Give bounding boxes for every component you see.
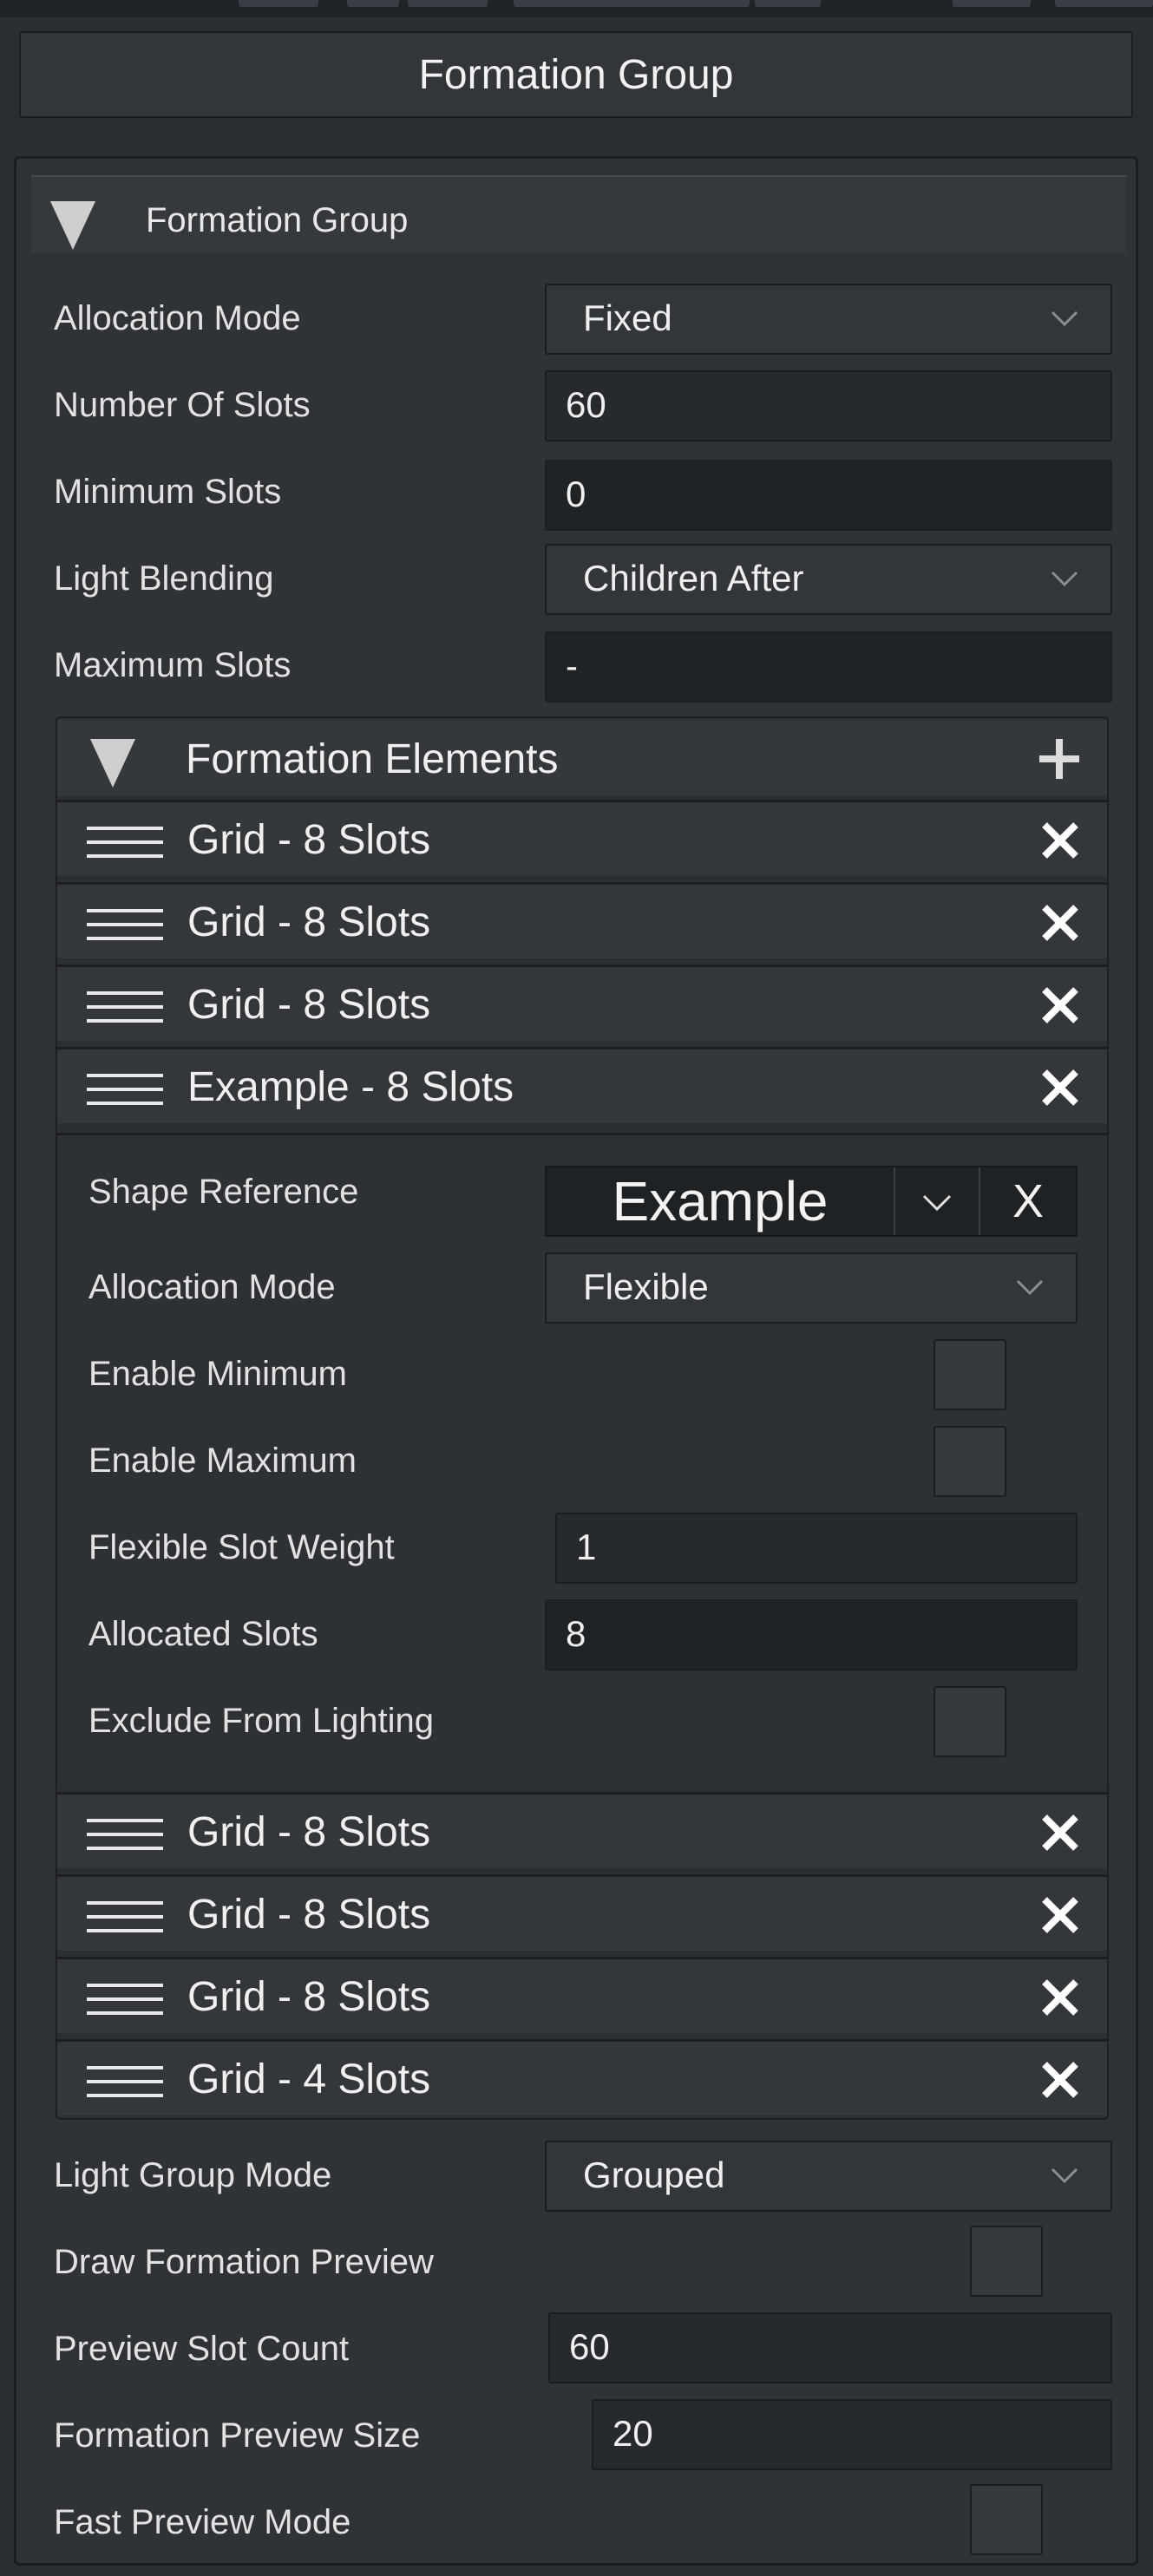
exclude-from-lighting-checkbox[interactable]	[934, 1686, 1006, 1757]
hamburger-icon[interactable]	[87, 1072, 163, 1107]
chevron-down-icon	[1016, 1279, 1044, 1296]
close-icon[interactable]	[1039, 1812, 1081, 1854]
enable-maximum-checkbox[interactable]	[934, 1426, 1006, 1497]
hamburger-icon[interactable]	[87, 1982, 163, 2017]
window-title: Formation Group	[19, 31, 1133, 118]
hamburger-icon[interactable]	[87, 990, 163, 1024]
close-icon[interactable]	[1039, 820, 1081, 861]
hamburger-icon[interactable]	[87, 825, 163, 860]
draw-formation-preview-label: Draw Formation Preview	[54, 2243, 434, 2281]
triangle-down-icon[interactable]	[50, 201, 95, 250]
formation-element-row[interactable]: Grid - 8 Slots	[57, 800, 1107, 876]
shape-reference-picker[interactable]: Example X	[545, 1166, 1078, 1237]
exclude-from-lighting-label: Exclude From Lighting	[88, 1702, 434, 1740]
enable-minimum-checkbox[interactable]	[934, 1339, 1006, 1410]
allocation-mode-dropdown[interactable]: Fixed	[545, 284, 1112, 355]
formation-element-row[interactable]: Grid - 8 Slots	[57, 1957, 1107, 2033]
light-group-mode-dropdown[interactable]: Grouped	[545, 2141, 1112, 2212]
chevron-down-icon	[1051, 571, 1078, 587]
enable-maximum-label: Enable Maximum	[88, 1442, 357, 1480]
number-of-slots-label: Number Of Slots	[54, 386, 311, 424]
close-icon[interactable]	[1039, 1067, 1081, 1108]
fast-preview-mode-label: Fast Preview Mode	[54, 2503, 351, 2541]
chevron-down-icon	[1051, 311, 1078, 327]
preview-slot-count-input[interactable]: 60	[548, 2312, 1112, 2383]
minimum-slots-label: Minimum Slots	[54, 473, 282, 511]
allocated-slots-input[interactable]: 8	[545, 1599, 1078, 1670]
formation-element-label: Grid - 8 Slots	[187, 982, 431, 1028]
light-blending-value: Children After	[583, 558, 804, 598]
formation-element-row[interactable]: Grid - 8 Slots	[57, 964, 1107, 1041]
allocation-mode-value: Fixed	[583, 297, 672, 338]
shape-reference-dropdown-button[interactable]	[895, 1167, 980, 1235]
formation-elements-title: Formation Elements	[186, 736, 559, 782]
chevron-down-icon	[922, 1194, 952, 1212]
hamburger-icon[interactable]	[87, 2064, 163, 2099]
chevron-down-icon	[1051, 2167, 1078, 2184]
toolbar-tab[interactable]	[953, 0, 1031, 7]
formation-element-label: Grid - 8 Slots	[187, 1892, 431, 1938]
toolbar-tab[interactable]	[1055, 0, 1153, 7]
plus-icon[interactable]	[1038, 737, 1081, 781]
close-icon[interactable]	[1039, 1977, 1081, 2018]
formation-element-row[interactable]: Grid - 8 Slots	[57, 1874, 1107, 1951]
toolbar-tab[interactable]	[514, 0, 750, 7]
element-allocation-mode-dropdown[interactable]: Flexible	[545, 1252, 1078, 1324]
hamburger-icon[interactable]	[87, 1899, 163, 1934]
toolbar-tab[interactable]	[239, 0, 318, 7]
light-blending-label: Light Blending	[54, 559, 274, 598]
fast-preview-mode-checkbox[interactable]	[970, 2484, 1043, 2555]
formation-element-row-expanded[interactable]: Example - 8 Slots	[57, 1047, 1107, 1123]
toolbar-tab[interactable]	[347, 0, 399, 7]
formation-element-label: Grid - 8 Slots	[187, 1809, 431, 1855]
triangle-down-icon[interactable]	[90, 739, 135, 788]
minimum-slots-input[interactable]: 0	[545, 460, 1112, 531]
draw-formation-preview-checkbox[interactable]	[970, 2226, 1043, 2297]
formation-element-label: Grid - 8 Slots	[187, 817, 431, 863]
formation-elements-header[interactable]: Formation Elements	[57, 720, 1107, 796]
element-allocation-mode-label: Allocation Mode	[88, 1268, 336, 1306]
flexible-slot-weight-input[interactable]: 1	[555, 1513, 1078, 1584]
formation-element-label: Grid - 8 Slots	[187, 1974, 431, 2020]
formation-preview-size-input[interactable]: 20	[592, 2399, 1112, 2470]
preview-slot-count-label: Preview Slot Count	[54, 2330, 350, 2368]
light-group-mode-value: Grouped	[583, 2154, 725, 2195]
shape-reference-value[interactable]: Example	[547, 1167, 895, 1235]
formation-preview-size-label: Formation Preview Size	[54, 2416, 421, 2455]
toolbar-tab[interactable]	[408, 0, 488, 7]
close-icon[interactable]	[1039, 2059, 1081, 2101]
shape-reference-label: Shape Reference	[88, 1173, 359, 1211]
light-blending-dropdown[interactable]: Children After	[545, 544, 1112, 615]
formation-element-row[interactable]: Grid - 8 Slots	[57, 882, 1107, 958]
hamburger-icon[interactable]	[87, 1817, 163, 1852]
allocation-mode-label: Allocation Mode	[54, 299, 301, 337]
toolbar-tab[interactable]	[755, 0, 821, 7]
hamburger-icon[interactable]	[87, 907, 163, 942]
formation-element-row[interactable]: Grid - 4 Slots	[57, 2039, 1107, 2115]
shape-reference-clear-button[interactable]: X	[980, 1167, 1076, 1235]
close-icon[interactable]	[1039, 1894, 1081, 1936]
formation-element-label: Example - 8 Slots	[187, 1064, 514, 1110]
top-toolbar-strip	[0, 0, 1153, 17]
maximum-slots-input[interactable]: -	[545, 631, 1112, 703]
formation-element-label: Grid - 8 Slots	[187, 899, 431, 945]
formation-element-row[interactable]: Grid - 8 Slots	[57, 1792, 1107, 1868]
allocated-slots-label: Allocated Slots	[88, 1615, 318, 1653]
formation-element-label: Grid - 4 Slots	[187, 2056, 431, 2102]
element-allocation-mode-value: Flexible	[583, 1266, 709, 1307]
light-group-mode-label: Light Group Mode	[54, 2156, 332, 2194]
maximum-slots-label: Maximum Slots	[54, 646, 292, 684]
close-icon[interactable]	[1039, 902, 1081, 944]
number-of-slots-input[interactable]: 60	[545, 370, 1112, 441]
section-title: Formation Group	[146, 201, 409, 239]
close-icon[interactable]	[1039, 984, 1081, 1026]
flexible-slot-weight-label: Flexible Slot Weight	[88, 1528, 395, 1566]
enable-minimum-label: Enable Minimum	[88, 1355, 347, 1393]
